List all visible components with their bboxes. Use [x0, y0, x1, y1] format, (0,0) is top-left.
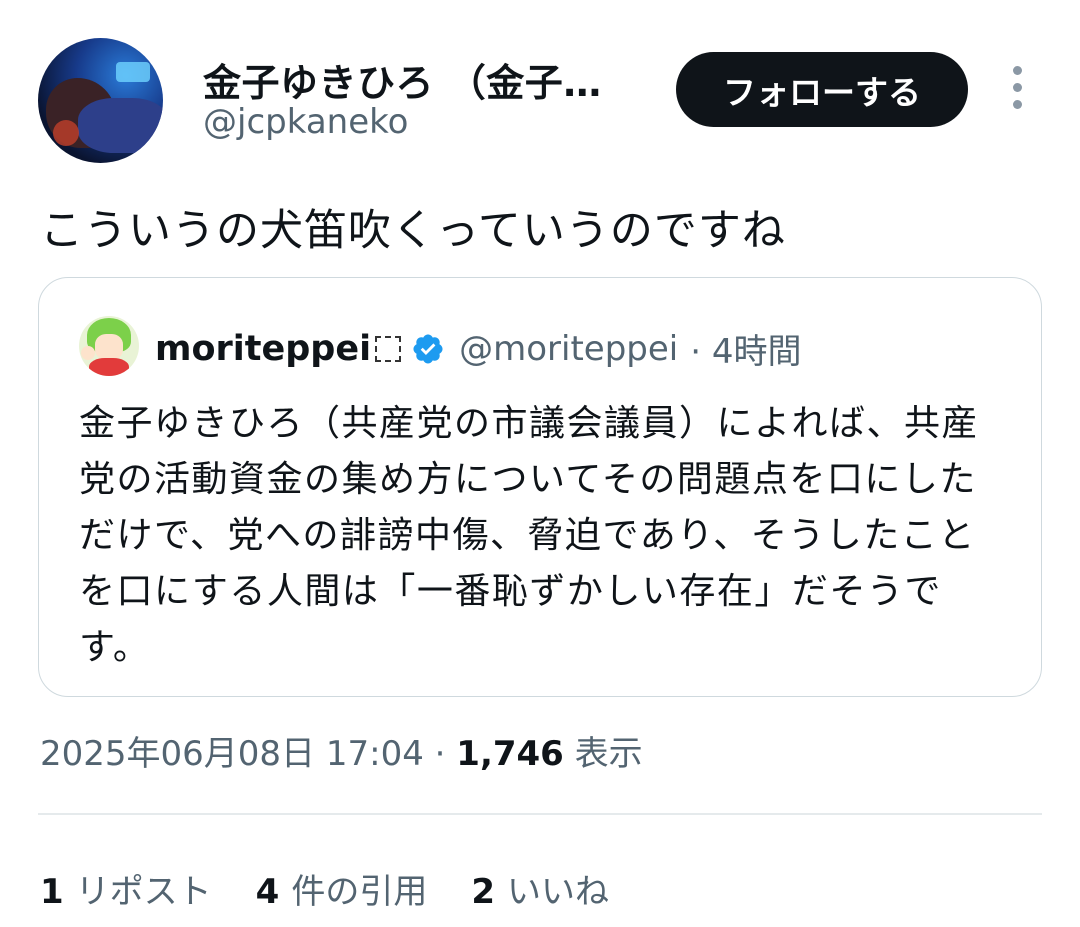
quoted-tweet-time: · 4時間	[690, 332, 802, 372]
engagement-stats: 1 リポスト 4 件の引用 2 いいね	[40, 864, 653, 913]
views-label: 表示	[574, 734, 643, 774]
emoji-placeholder-icon	[375, 335, 402, 362]
quoted-author-handle: @moriteppei	[459, 328, 679, 369]
quoted-tweet-text: 金子ゆきひろ（共産党の市議会議員）によれば、共産党の活動資金の集め方についてその…	[79, 403, 980, 668]
quoted-author-name: moriteppei	[155, 328, 372, 369]
tweet-meta: 2025年06月08日 17:04 · 1,746 表示	[40, 726, 643, 775]
quoted-tweet-header: moriteppei @moriteppei · 4時間	[155, 324, 801, 373]
quotes-count: 4	[255, 872, 280, 912]
divider	[38, 813, 1042, 815]
avatar-shape	[78, 98, 163, 153]
more-options-icon[interactable]	[1004, 66, 1030, 110]
reposts-label: リポスト	[75, 872, 212, 912]
verified-badge-icon	[413, 333, 443, 364]
tweet-text: こういうの犬笛吹くっていうのですね	[40, 206, 786, 256]
author-avatar[interactable]	[38, 38, 163, 163]
avatar-shape	[53, 120, 79, 146]
likes-count: 2	[471, 872, 496, 912]
likes-label: いいね	[507, 872, 610, 912]
author-display-name[interactable]: 金子ゆきひろ （金子…	[203, 52, 602, 107]
reposts-count: 1	[40, 872, 64, 912]
quoted-tweet-card[interactable]: moriteppei @moriteppei · 4時間 金子ゆきひろ（共産党の…	[38, 277, 1042, 697]
tweet-timestamp[interactable]: 2025年06月08日 17:04 ·	[40, 734, 445, 774]
views-count: 1,746	[456, 734, 564, 774]
follow-button[interactable]: フォローする	[676, 52, 968, 127]
quotes-stat[interactable]: 4 件の引用	[256, 864, 428, 913]
likes-stat[interactable]: 2 いいね	[471, 864, 609, 913]
avatar-shape	[116, 62, 150, 82]
quotes-label: 件の引用	[291, 872, 428, 912]
author-handle[interactable]: @jcpkaneko	[203, 102, 408, 142]
quoted-author-avatar	[79, 316, 139, 376]
reposts-stat[interactable]: 1 リポスト	[40, 864, 212, 913]
